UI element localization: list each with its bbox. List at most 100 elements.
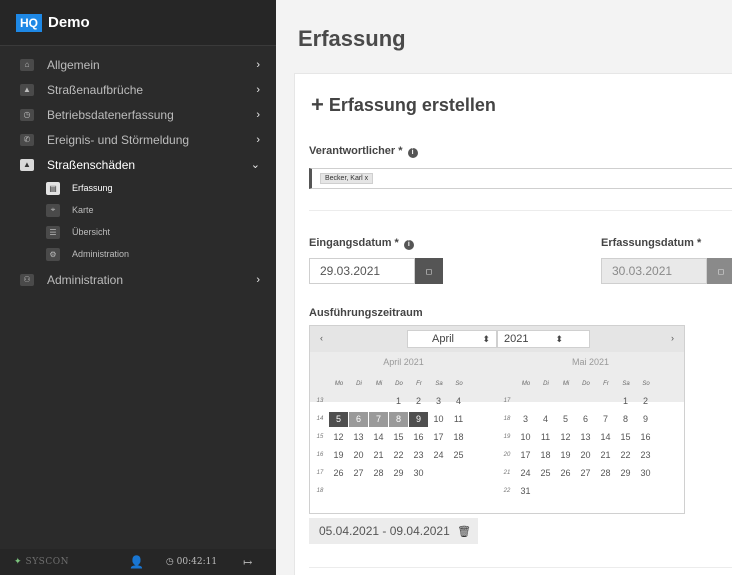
- calendar-icon[interactable]: ◻: [415, 258, 443, 284]
- calendar-day[interactable]: 17: [516, 448, 535, 463]
- calendar-day[interactable]: 9: [636, 412, 655, 427]
- week-number: 22: [503, 488, 511, 494]
- calendar-day[interactable]: 10: [429, 412, 448, 427]
- calendar-day[interactable]: 5: [556, 412, 575, 427]
- period-value: 05.04.2021 - 09.04.2021: [319, 524, 450, 538]
- sidebar-subitem-1[interactable]: ▤ Erfassung: [0, 177, 276, 199]
- calendar-day[interactable]: 4: [536, 412, 555, 427]
- calendar-day[interactable]: 13: [576, 430, 595, 445]
- calendar-day[interactable]: 27: [349, 466, 368, 481]
- calendar-day[interactable]: 15: [389, 430, 408, 445]
- brand[interactable]: HQ Demo: [0, 0, 276, 46]
- month-select[interactable]: April ⬍: [407, 330, 497, 348]
- received-date-input[interactable]: 29.03.2021: [309, 258, 415, 284]
- trash-icon[interactable]: 🗑: [457, 526, 471, 538]
- sidebar-item-1[interactable]: ⌂ Allgemein ›: [0, 52, 276, 77]
- period-value-field[interactable]: 05.04.2021 - 09.04.2021 🗑: [309, 518, 478, 544]
- user-icon[interactable]: 👤: [129, 555, 144, 569]
- calendar-day[interactable]: 31: [516, 484, 535, 499]
- calendar-day[interactable]: 11: [536, 430, 555, 445]
- calendar-day[interactable]: 9: [409, 412, 428, 427]
- calendar-day[interactable]: 14: [596, 430, 615, 445]
- calendar-day[interactable]: 19: [556, 448, 575, 463]
- sidebar-item-4[interactable]: ✆ Ereignis- und Störmeldung ›: [0, 127, 276, 152]
- chevron-left-icon[interactable]: ‹: [320, 333, 323, 343]
- sidebar-item-3[interactable]: ◷ Betriebsdatenerfassung ›: [0, 102, 276, 127]
- calendar-day[interactable]: 18: [449, 430, 468, 445]
- sidebar-item-2[interactable]: ▲ Straßenaufbrüche ›: [0, 77, 276, 102]
- calendar-day[interactable]: 30: [409, 466, 428, 481]
- year-select[interactable]: 2021 ⬍: [497, 330, 590, 348]
- calendar-day[interactable]: 27: [576, 466, 595, 481]
- chevron-right-icon[interactable]: ›: [671, 333, 674, 343]
- calendar-day[interactable]: 24: [516, 466, 535, 481]
- info-icon[interactable]: i: [407, 148, 418, 158]
- sidebar-subitem-2[interactable]: ⌖ Karte: [0, 199, 276, 221]
- calendar-day[interactable]: 12: [329, 430, 348, 445]
- calendar-day[interactable]: 13: [349, 430, 368, 445]
- calendar-day[interactable]: 1: [389, 394, 408, 409]
- sidebar-subitem-4[interactable]: ⚙ Administration: [0, 243, 276, 265]
- calendar-day[interactable]: 28: [596, 466, 615, 481]
- calendar-day[interactable]: 3: [429, 394, 448, 409]
- logout-icon[interactable]: ↦: [243, 556, 252, 569]
- chevron-down-icon: ⌄: [250, 159, 260, 171]
- calendar-day[interactable]: 24: [429, 448, 448, 463]
- subnav-list: ▤ Erfassung ⌖ Karte ☰ Übersicht ⚙ Administratio…: [0, 177, 276, 265]
- weekday-header: Sa: [435, 381, 443, 387]
- calendar-day[interactable]: 20: [576, 448, 595, 463]
- weekday-header: Mo: [521, 381, 531, 387]
- calendar-day[interactable]: 25: [449, 448, 468, 463]
- file-icon: ▤: [46, 181, 60, 195]
- calendar-day[interactable]: 23: [409, 448, 428, 463]
- calendar-day[interactable]: 3: [516, 412, 535, 427]
- calendar-day[interactable]: 1: [616, 394, 635, 409]
- calendar-day[interactable]: 16: [409, 430, 428, 445]
- calendar-day[interactable]: 10: [516, 430, 535, 445]
- calendar-day[interactable]: 29: [616, 466, 635, 481]
- divider: [309, 210, 732, 211]
- calendar-day[interactable]: 22: [616, 448, 635, 463]
- year-select-value: 2021: [504, 333, 529, 345]
- calendar-day[interactable]: 22: [389, 448, 408, 463]
- calendar-day[interactable]: 18: [536, 448, 555, 463]
- calendar-day[interactable]: 16: [636, 430, 655, 445]
- calendar-day[interactable]: 7: [369, 412, 388, 427]
- calendar-day[interactable]: 29: [389, 466, 408, 481]
- weekday-header: So: [642, 381, 650, 387]
- responsible-select[interactable]: Becker, Karl x: [309, 168, 732, 189]
- calendar-day[interactable]: 2: [409, 394, 428, 409]
- sidebar-subitem-3[interactable]: ☰ Übersicht: [0, 221, 276, 243]
- calendar-day[interactable]: 7: [596, 412, 615, 427]
- info-icon[interactable]: i: [403, 240, 414, 250]
- calendar-day[interactable]: 15: [616, 430, 635, 445]
- calendar-day[interactable]: 2: [636, 394, 655, 409]
- calendar-day[interactable]: 8: [616, 412, 635, 427]
- calendar-day[interactable]: 6: [576, 412, 595, 427]
- calendar-day[interactable]: 23: [636, 448, 655, 463]
- responsible-tag[interactable]: Becker, Karl x: [320, 173, 374, 184]
- calendar-day[interactable]: 21: [596, 448, 615, 463]
- calendar-day[interactable]: 26: [556, 466, 575, 481]
- sidebar-item-5[interactable]: ▲ Straßenschäden ⌄: [0, 152, 276, 177]
- calendar-day[interactable]: 8: [389, 412, 408, 427]
- calendar-day[interactable]: 30: [636, 466, 655, 481]
- calendar-day[interactable]: 5: [329, 412, 348, 427]
- responsible-label-text: Verantwortlicher *: [309, 145, 403, 157]
- brand-logo: HQ: [16, 13, 42, 32]
- calendar-day[interactable]: 6: [349, 412, 368, 427]
- week-number: 18: [503, 416, 511, 422]
- gear-icon: ⚙: [46, 247, 60, 261]
- calendar-day[interactable]: 17: [429, 430, 448, 445]
- calendar-day[interactable]: 4: [449, 394, 468, 409]
- calendar-day[interactable]: 19: [329, 448, 348, 463]
- calendar-day[interactable]: 12: [556, 430, 575, 445]
- calendar-day[interactable]: 26: [329, 466, 348, 481]
- calendar-day[interactable]: 11: [449, 412, 468, 427]
- sidebar-item-administration[interactable]: ⚇ Administration ›: [0, 267, 276, 292]
- calendar-day[interactable]: 28: [369, 466, 388, 481]
- calendar-day[interactable]: 14: [369, 430, 388, 445]
- calendar-day[interactable]: 25: [536, 466, 555, 481]
- calendar-day[interactable]: 20: [349, 448, 368, 463]
- calendar-day[interactable]: 21: [369, 448, 388, 463]
